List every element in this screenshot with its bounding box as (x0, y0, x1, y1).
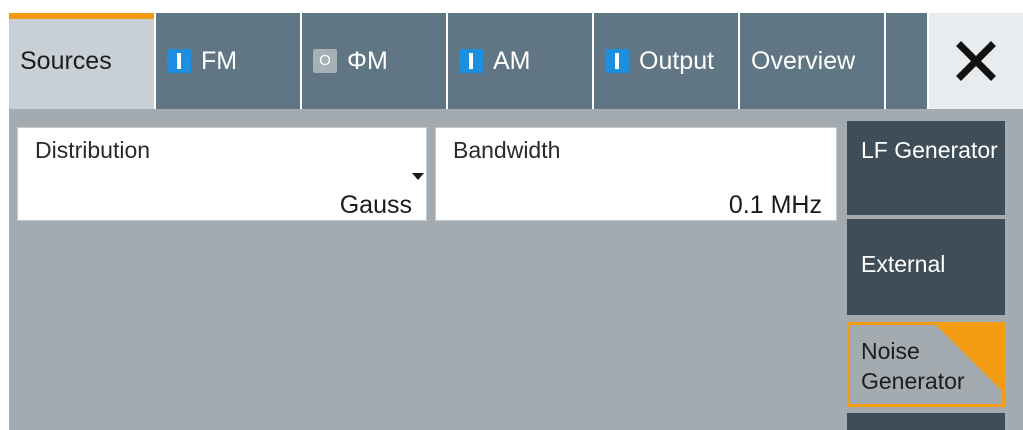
bandwidth-value: 0.1 MHz (728, 191, 822, 219)
tab-fm[interactable]: FM (156, 13, 300, 109)
distribution-value: Gauss (339, 191, 412, 219)
state-on-indicator-icon (167, 49, 191, 73)
tab-bar-filler (886, 13, 927, 109)
tab-phim-label: ΦM (347, 46, 388, 75)
state-on-indicator-icon (459, 49, 483, 73)
state-on-indicator-icon (605, 49, 629, 73)
lf-generator-label: LF Generator (861, 137, 998, 163)
tab-output[interactable]: Output (594, 13, 738, 109)
tab-am[interactable]: AM (448, 13, 592, 109)
bandwidth-field[interactable]: Bandwidth 0.1 MHz (435, 127, 837, 221)
dialog-frame: Sources FM O ΦM AM Output Overview Distr… (9, 13, 1023, 430)
dropdown-arrow-icon (412, 173, 424, 180)
tab-am-label: AM (493, 46, 531, 75)
noise-generator-button[interactable]: Noise Generator (847, 322, 1005, 407)
tab-fm-label: FM (201, 46, 238, 75)
next-side-button[interactable] (847, 413, 1005, 430)
tab-overview[interactable]: Overview (740, 13, 884, 109)
tab-bar: Sources FM O ΦM AM Output Overview (9, 13, 1023, 109)
tab-phim[interactable]: O ΦM (302, 13, 446, 109)
close-button[interactable] (929, 13, 1023, 109)
state-off-indicator-icon: O (313, 49, 337, 73)
close-icon (956, 41, 996, 81)
tab-sources[interactable]: Sources (9, 13, 154, 109)
distribution-label: Distribution (35, 137, 151, 163)
lf-generator-button[interactable]: LF Generator (847, 121, 1005, 215)
tab-sources-label: Sources (20, 46, 112, 75)
tab-output-label: Output (639, 46, 715, 75)
bandwidth-label: Bandwidth (453, 137, 561, 163)
external-label: External (861, 251, 946, 277)
tab-overview-label: Overview (751, 46, 856, 75)
distribution-dropdown[interactable]: Distribution Gauss (17, 127, 427, 221)
external-button[interactable]: External (847, 219, 1005, 315)
